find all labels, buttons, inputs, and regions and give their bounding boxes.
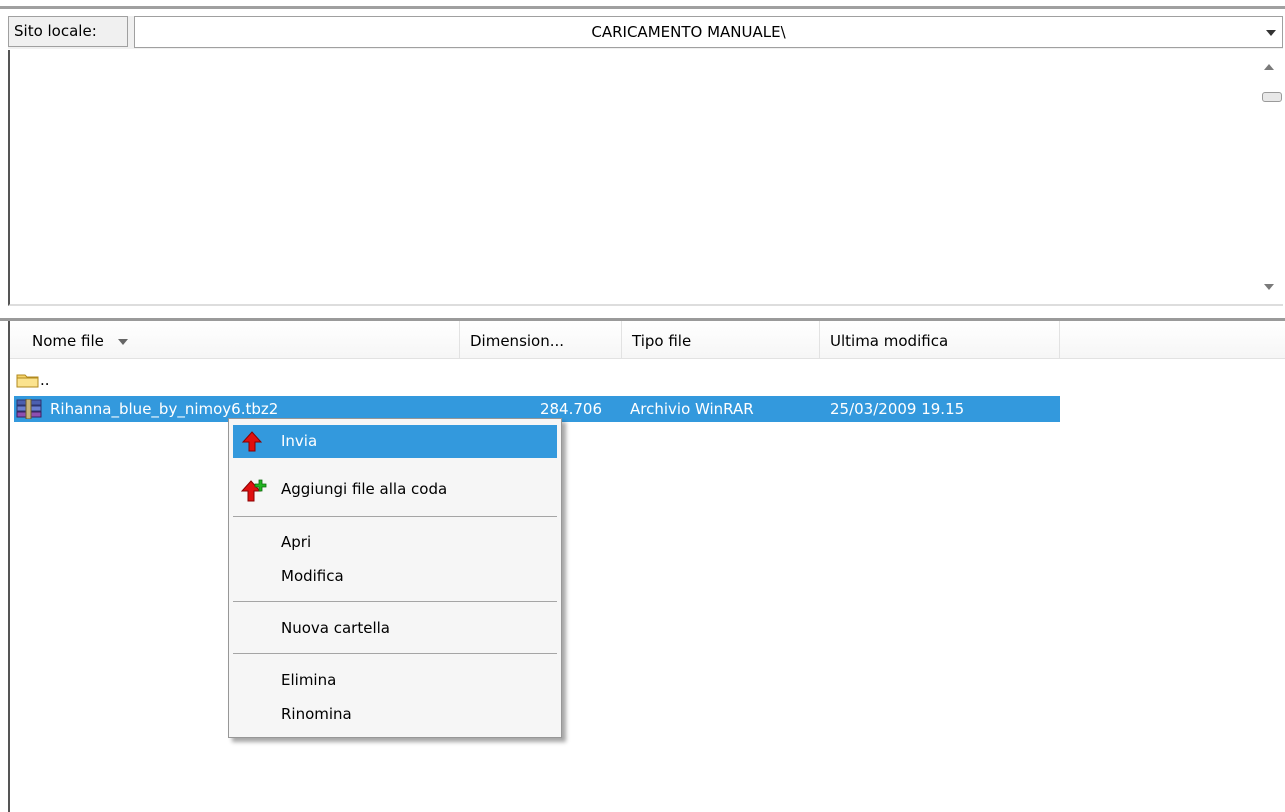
- menu-item-new-folder[interactable]: Nuova cartella: [233, 612, 557, 645]
- column-name-label: Nome file: [32, 332, 104, 350]
- file-type: Archivio WinRAR: [630, 400, 754, 418]
- scroll-thumb[interactable]: [1262, 92, 1282, 102]
- menu-label-delete: Elimina: [281, 671, 337, 689]
- local-directory-tree[interactable]: [8, 50, 1283, 306]
- file-name: ..: [40, 371, 50, 389]
- menu-item-send[interactable]: Invia: [233, 425, 557, 458]
- menu-separator: [233, 601, 557, 602]
- menu-label-new-folder: Nuova cartella: [281, 619, 390, 637]
- menu-item-edit[interactable]: Modifica: [233, 560, 557, 593]
- menu-label-open: Apri: [281, 533, 312, 551]
- scroll-up-icon[interactable]: [1264, 64, 1274, 70]
- file-modified: 25/03/2009 19.15: [830, 400, 965, 418]
- column-header-type[interactable]: Tipo file: [622, 321, 820, 359]
- chevron-down-icon[interactable]: [1266, 30, 1276, 36]
- column-header-name[interactable]: Nome file: [10, 321, 460, 359]
- winrar-archive-icon: [16, 399, 42, 419]
- menu-item-rename[interactable]: Rinomina: [233, 698, 557, 731]
- local-site-label: Sito locale:: [8, 16, 128, 47]
- local-path-combobox[interactable]: CARICAMENTO MANUALE\: [134, 16, 1283, 48]
- column-header-size[interactable]: Dimension...: [460, 321, 622, 359]
- upload-arrow-icon: [241, 431, 263, 452]
- file-list-header: Nome file Dimension... Tipo file Ultima …: [10, 321, 1285, 361]
- add-to-queue-icon: [241, 479, 267, 502]
- context-menu: Invia Aggiungi file alla coda Apri Modif…: [228, 418, 562, 738]
- menu-separator: [233, 516, 557, 517]
- menu-label-edit: Modifica: [281, 567, 344, 585]
- local-path-value[interactable]: CARICAMENTO MANUALE\: [135, 23, 1242, 41]
- window-top-edge: [0, 0, 1285, 9]
- scroll-down-icon[interactable]: [1264, 284, 1274, 290]
- menu-item-delete[interactable]: Elimina: [233, 664, 557, 697]
- column-header-empty: [1060, 321, 1285, 359]
- local-site-bar: Sito locale: CARICAMENTO MANUALE\: [8, 16, 1283, 49]
- menu-label-add-queue: Aggiungi file alla coda: [281, 480, 448, 498]
- menu-label-rename: Rinomina: [281, 705, 352, 723]
- tree-vertical-scrollbar[interactable]: [1256, 50, 1283, 304]
- menu-item-add-queue[interactable]: Aggiungi file alla coda: [233, 473, 557, 506]
- column-header-modified[interactable]: Ultima modifica: [820, 321, 1060, 359]
- folder-icon: [16, 374, 39, 388]
- local-file-list[interactable]: Nome file Dimension... Tipo file Ultima …: [8, 321, 1285, 812]
- menu-separator: [233, 653, 557, 654]
- menu-item-open[interactable]: Apri: [233, 526, 557, 559]
- menu-label-send: Invia: [281, 432, 318, 450]
- sort-indicator-icon: [117, 338, 128, 345]
